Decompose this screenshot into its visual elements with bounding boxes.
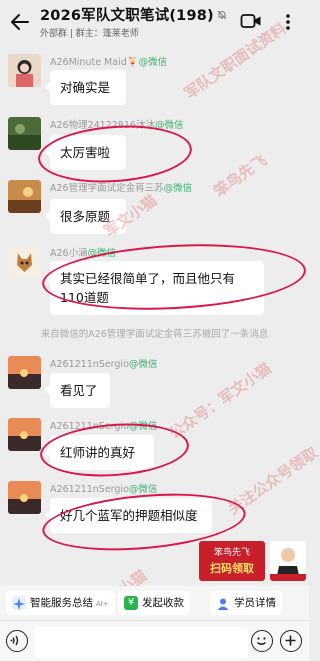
avatar[interactable] — [8, 117, 41, 150]
avatar[interactable] — [8, 245, 41, 278]
wechat-tag: @微信 — [87, 248, 117, 259]
wechat-tag: @微信 — [128, 484, 158, 495]
message-bubble[interactable]: 其实已经很简单了，而且他只有 110道题 — [45, 261, 264, 315]
group-subtitle: 外部群 | 群主：蓬莱老师 — [40, 29, 139, 39]
sender-label: A261211nSergio — [50, 484, 129, 495]
message-text-line: 其实已经很简单了，而且他只有 — [60, 271, 236, 286]
promo-line2: 扫码领取 — [210, 562, 254, 575]
video-call-icon[interactable] — [240, 12, 262, 30]
member-count: (198) — [169, 8, 214, 24]
message-bubble[interactable]: 看见了 — [45, 373, 110, 408]
avatar[interactable] — [8, 481, 41, 514]
avatar[interactable] — [8, 54, 41, 87]
plus-icon[interactable] — [280, 630, 302, 652]
wechat-tag: @微信 — [138, 57, 168, 68]
emoji-icon[interactable] — [251, 630, 273, 652]
voice-input-icon[interactable] — [6, 630, 28, 652]
sender-label: A26物理24122816沐沐 — [50, 120, 155, 131]
message-bubble[interactable]: 好几个蓝军的押题相似度 — [45, 498, 212, 533]
promo-line1: 笨鸟先飞 — [213, 548, 250, 558]
sender-label: A261211nSergio — [50, 359, 129, 370]
avatar[interactable] — [8, 356, 41, 389]
chip-label: 智能服务总结 — [30, 597, 93, 609]
sender-name: A261211nSergio@微信 — [50, 418, 157, 432]
sparkle-icon — [12, 596, 26, 610]
message-input[interactable] — [34, 627, 248, 658]
chat-title: 2026军队文职笔试(198) — [40, 4, 227, 25]
sender-label: A26Minute Maid🍹 — [50, 57, 139, 68]
group-name: 2026军队文职笔试 — [40, 8, 170, 24]
chat-header: 2026军队文职笔试(198) 外部群 | 群主：蓬莱老师 — [0, 0, 309, 48]
sender-name: A261211nSergio@微信 — [50, 356, 157, 370]
student-detail-chip[interactable]: 学员详情 — [210, 591, 282, 615]
more-options-icon[interactable] — [283, 12, 293, 32]
avatar[interactable] — [8, 180, 41, 213]
chip-label: 学员详情 — [234, 597, 276, 609]
sender-name: A26管理学面试定金蒋三苏@微信 — [50, 180, 192, 194]
recall-notice: 来自微信的A26管理学面试定金蒋三苏撤回了一条消息 — [40, 329, 269, 340]
message-bubble[interactable]: 很多原题 — [45, 199, 126, 234]
watermark: 关注公众号领取 — [224, 443, 320, 519]
collect-payment-chip[interactable]: ¥ 发起收款 — [118, 591, 190, 615]
wechat-tag: @微信 — [128, 359, 158, 370]
back-arrow-icon[interactable] — [8, 10, 32, 34]
wechat-tag: @微信 — [154, 120, 184, 131]
chip-label: 发起收款 — [142, 597, 184, 609]
sender-name: A261211nSergio@微信 — [50, 481, 157, 495]
input-bar — [0, 620, 309, 661]
message-bubble[interactable]: 太厉害啦 — [45, 135, 126, 170]
promo-photo[interactable] — [270, 541, 306, 581]
person-icon — [216, 596, 230, 610]
wechat-tag: @微信 — [163, 183, 193, 194]
wechat-tag: @微信 — [128, 421, 158, 432]
message-text-line: 110道题 — [60, 290, 109, 305]
sender-name: A26Minute Maid🍹@微信 — [50, 54, 167, 68]
smart-summary-chip[interactable]: 智能服务总结 AI+ — [6, 591, 115, 615]
quick-action-bar: 智能服务总结 AI+ ¥ 发起收款 学员详情 — [0, 586, 309, 620]
message-bubble[interactable]: 红师讲的真好 — [45, 435, 154, 470]
sender-label: A26小涵 — [50, 248, 88, 259]
message-bubble[interactable]: 对确实是 — [45, 70, 126, 105]
watermark: 笨鸟先飞 — [210, 151, 271, 201]
avatar[interactable] — [8, 418, 41, 451]
mute-bell-icon — [217, 8, 227, 24]
sender-name: A26小涵@微信 — [50, 245, 116, 259]
yen-icon: ¥ — [124, 596, 138, 610]
sender-label: A26管理学面试定金蒋三苏 — [50, 183, 164, 194]
sender-label: A261211nSergio — [50, 421, 129, 432]
sender-name: A26物理24122816沐沐@微信 — [50, 117, 183, 131]
promo-banner[interactable]: 笨鸟先飞 扫码领取 — [199, 541, 265, 581]
ai-badge: AI+ — [96, 600, 109, 608]
watermark: 公众号：军文小猫 — [165, 359, 275, 443]
